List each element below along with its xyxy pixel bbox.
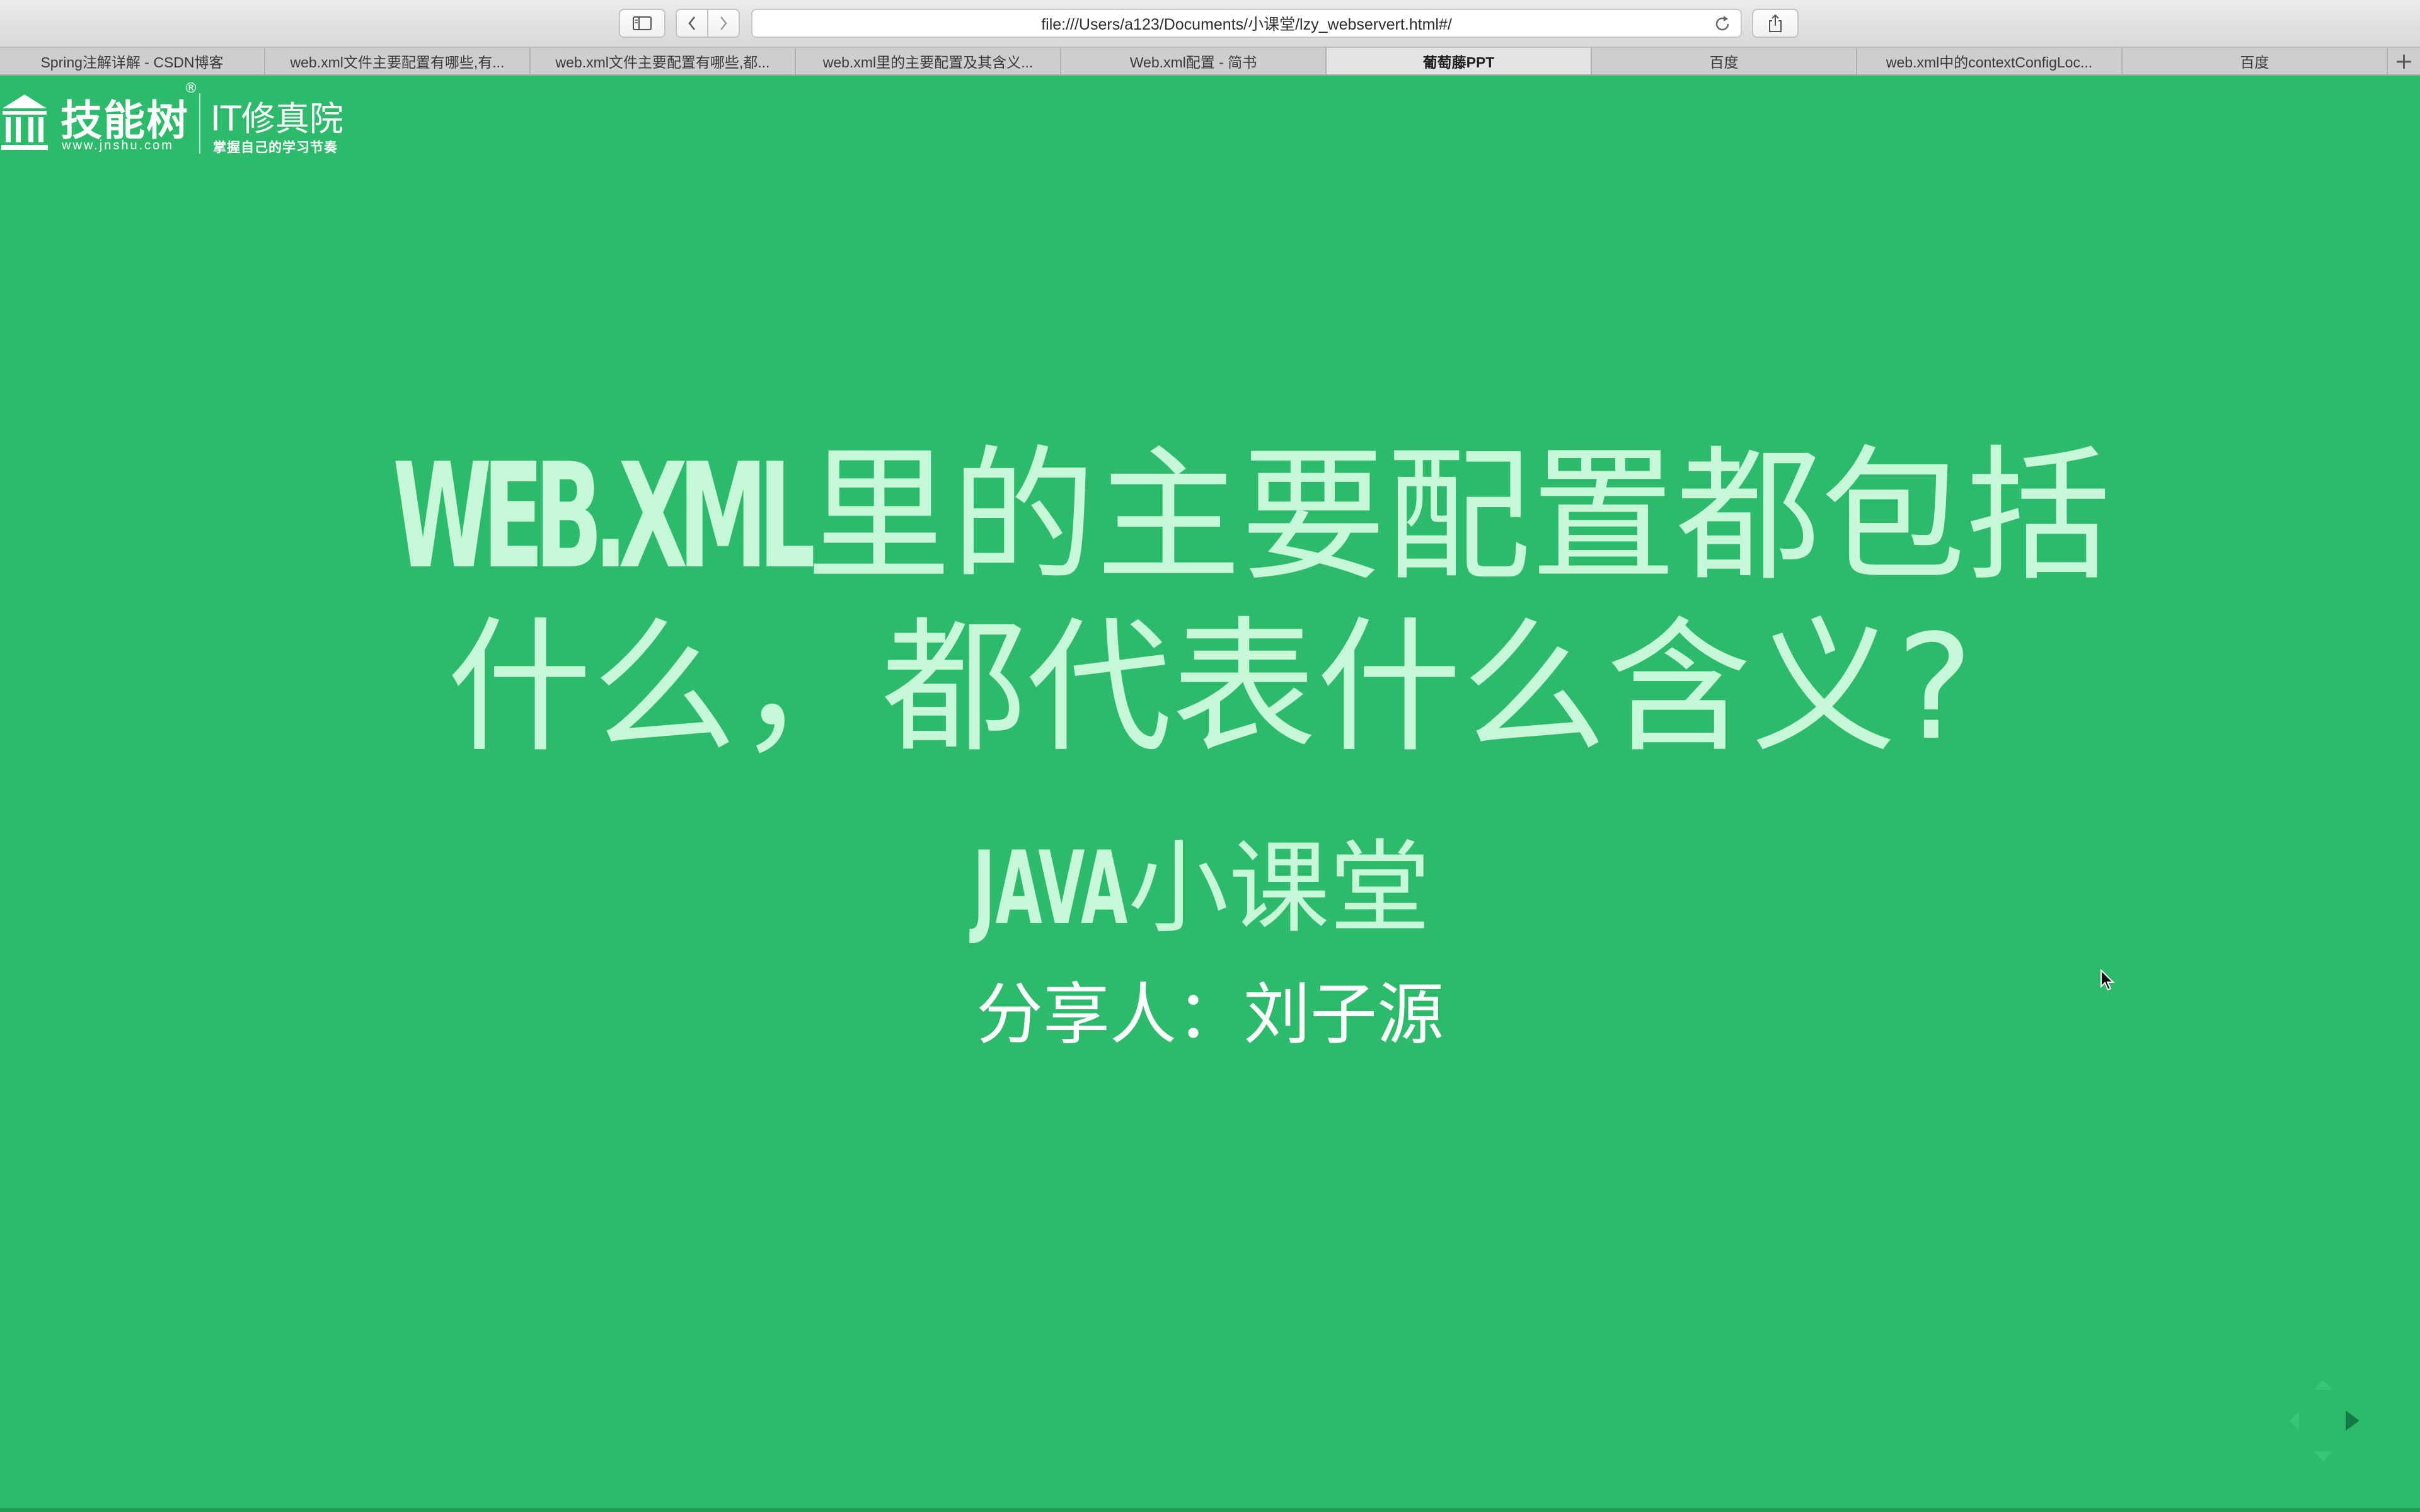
registered-mark: ®: [184, 81, 198, 96]
tab-baidu-1[interactable]: 百度: [1592, 48, 1857, 74]
slide-subtitle: JAVA小课堂: [0, 806, 2420, 953]
share-button[interactable]: [1752, 9, 1799, 38]
tab-putaoteng-ppt[interactable]: 葡萄藤PPT: [1327, 48, 1592, 74]
progress-bar: [0, 1508, 2420, 1512]
presenter-line: 分享人：刘子源: [976, 976, 1444, 1053]
chevron-left-icon: [688, 16, 695, 30]
reload-icon[interactable]: [1713, 14, 1732, 33]
new-tab-button[interactable]: +: [2388, 48, 2420, 74]
slide-subtitle-latin: JAVA: [973, 829, 1128, 947]
chevron-right-icon: [720, 16, 727, 30]
temple-icon: [1, 94, 48, 150]
tab-bar: Spring注解详解 - CSDN博客 web.xml文件主要配置有哪些,有..…: [0, 48, 2420, 76]
tab-spring-csdn[interactable]: Spring注解详解 - CSDN博客: [0, 48, 265, 74]
mouse-pointer-icon: [2100, 969, 2115, 991]
tab-context-config[interactable]: web.xml中的contextConfigLoc...: [1857, 48, 2123, 74]
tab-webxml-jianshu[interactable]: Web.xml配置 - 简书: [1061, 48, 1327, 74]
logo: 技能树 ® www.jnshu.com IT修真院 掌握自己的学习节奏: [0, 81, 378, 156]
tab-webxml-config-1[interactable]: web.xml文件主要配置有哪些,有...: [265, 48, 531, 74]
tab-webxml-meaning[interactable]: web.xml里的主要配置及其含义...: [796, 48, 1061, 74]
sidebar-toggle-button[interactable]: [619, 9, 666, 38]
logo-divider: [199, 93, 200, 154]
slide-subtitle-cn: 小课堂: [1127, 829, 1431, 947]
slide: 技能树 ® www.jnshu.com IT修真院 掌握自己的学习节奏 WEB.…: [0, 76, 2420, 1512]
tab-webxml-config-2[interactable]: web.xml文件主要配置有哪些,都...: [531, 48, 796, 74]
browser-toolbar: file:///Users/a123/Documents/小课堂/lzy_web…: [0, 0, 2420, 48]
share-icon: [1769, 14, 1782, 32]
url-text: file:///Users/a123/Documents/小课堂/lzy_web…: [1041, 16, 1452, 33]
address-bar[interactable]: file:///Users/a123/Documents/小课堂/lzy_web…: [751, 9, 1742, 38]
slide-title: WEB.XML里的主要配置都包括什么，都代表什么含义?: [265, 432, 2155, 774]
sidebar-icon: [633, 16, 652, 30]
slide-title-latin: WEB.XML: [393, 433, 815, 601]
tab-baidu-2[interactable]: 百度: [2123, 48, 2388, 74]
logo-slogan: 掌握自己的学习节奏: [213, 140, 338, 155]
forward-button[interactable]: [707, 9, 740, 38]
logo-academy-text: IT修真院: [210, 99, 343, 139]
back-button[interactable]: [676, 9, 708, 38]
slide-nav-arrows-icon[interactable]: [2285, 1373, 2361, 1468]
logo-url-text: www.jnshu.com: [62, 139, 174, 152]
